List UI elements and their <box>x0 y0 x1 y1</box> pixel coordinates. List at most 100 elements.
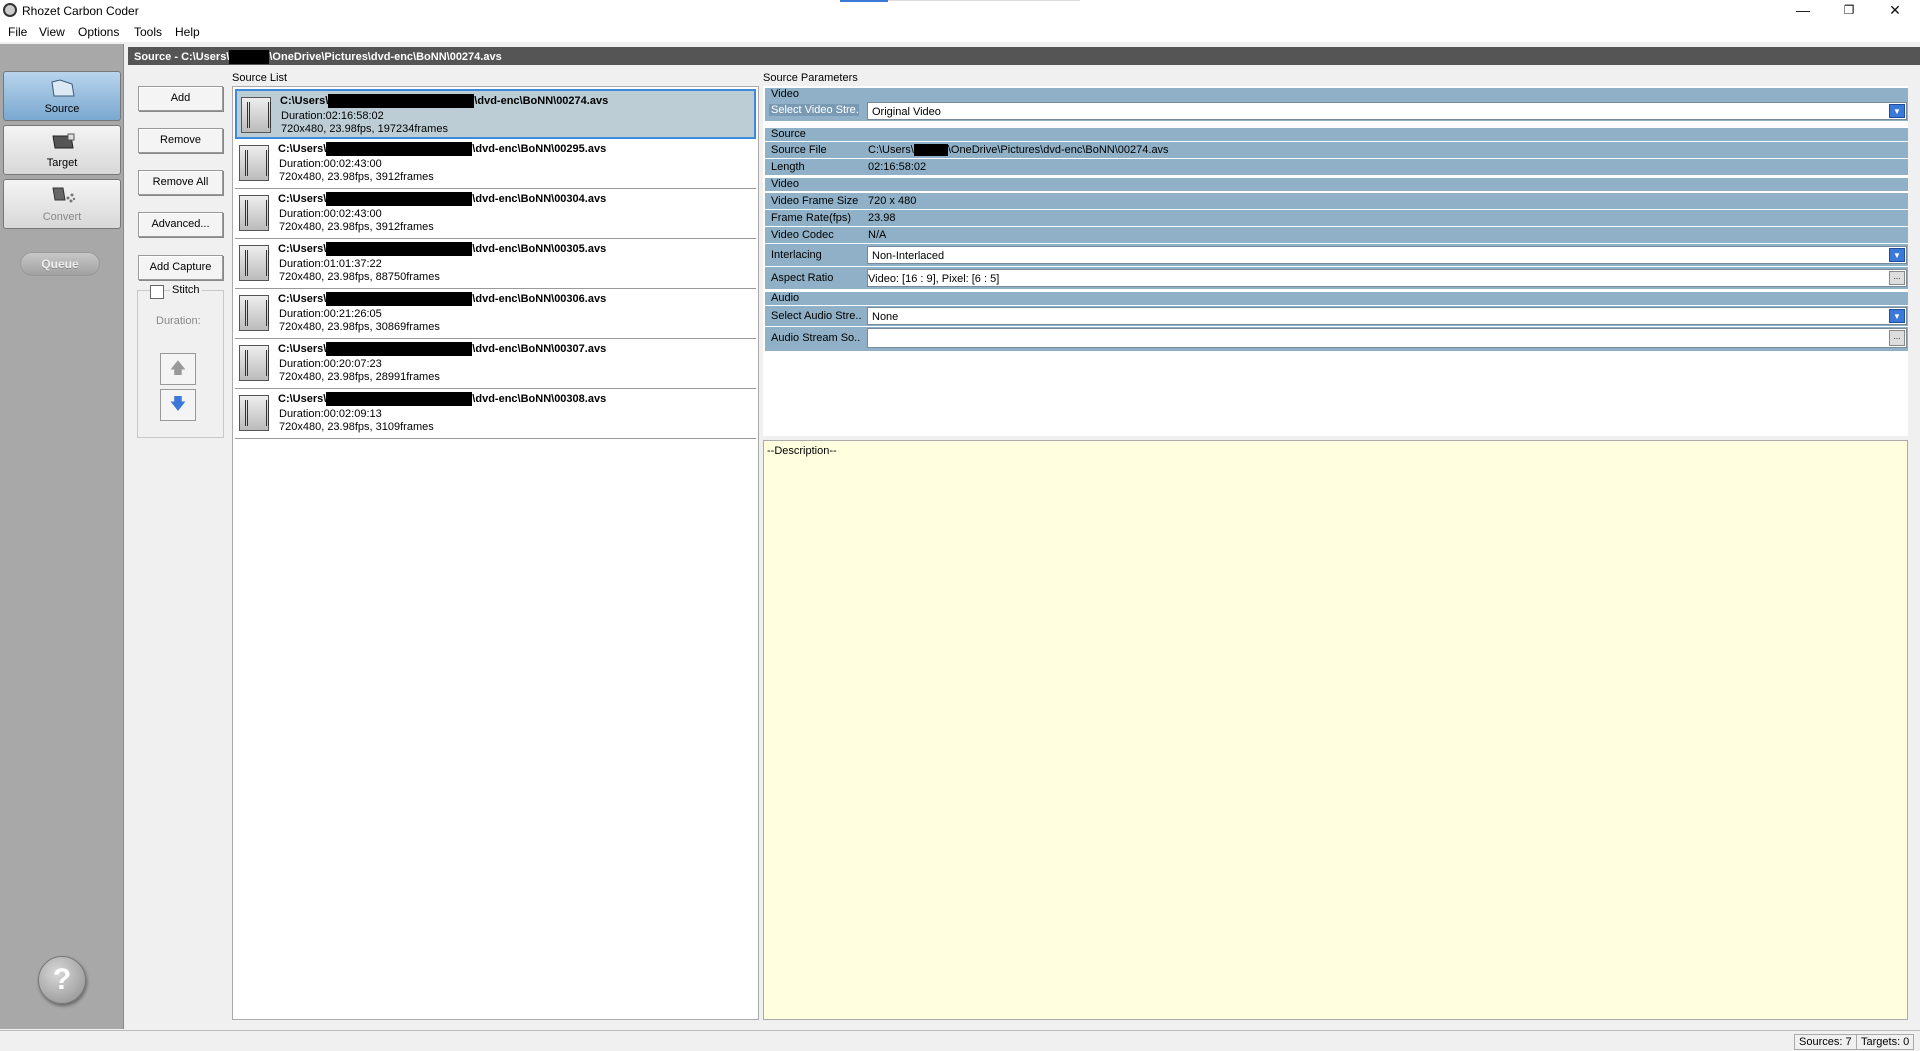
select-video-stream-dropdown[interactable]: Original Video ▼ <box>867 102 1907 120</box>
section-audio-header[interactable]: Audio <box>765 292 1908 305</box>
status-bar: Sources: 7 Targets: 0 <box>0 1030 1920 1051</box>
menu-options[interactable]: Options <box>78 25 119 39</box>
param-row-audio-stream-source: Audio Stream So... ... <box>765 327 1908 351</box>
ellipsis-button[interactable]: ... <box>1889 271 1905 285</box>
remove-all-button[interactable]: Remove All <box>138 170 223 195</box>
source-list-item[interactable]: C:\Users\ \dvd-enc\BoNN\00306.avs Duratio… <box>235 289 756 339</box>
menu-view[interactable]: View <box>39 25 65 39</box>
param-row-interlacing: Interlacing Non-Interlaced ▼ <box>765 244 1908 266</box>
menu-tools[interactable]: Tools <box>134 25 162 39</box>
param-value: N/A <box>868 229 887 241</box>
param-key: Audio Stream So... <box>771 332 861 344</box>
remove-button[interactable]: Remove <box>138 128 223 153</box>
source-item-duration: Duration:00:20:07:23 <box>279 358 382 370</box>
ellipsis-button[interactable]: ... <box>1889 330 1905 346</box>
minimize-button[interactable]: — <box>1780 0 1826 22</box>
film-icon <box>239 295 269 331</box>
source-list-item[interactable]: C:\Users\ \dvd-enc\BoNN\00305.avs Duratio… <box>235 239 756 289</box>
source-item-duration: Duration:02:16:58:02 <box>281 110 384 122</box>
description-text: --Description-- <box>767 445 837 457</box>
source-item-info: 720x480, 23.98fps, 3912frames <box>279 171 434 183</box>
menu-bar: File View Options Tools Help <box>0 22 1920 42</box>
chevron-down-icon[interactable]: ▼ <box>1889 248 1905 262</box>
film-icon <box>239 145 269 181</box>
add-button[interactable]: Add <box>138 86 223 111</box>
source-item-path: C:\Users\ \dvd-enc\BoNN\00295.avs <box>278 142 607 156</box>
source-item-path: C:\Users\ \dvd-enc\BoNN\00307.avs <box>278 342 607 356</box>
restore-button[interactable]: ❐ <box>1826 0 1872 22</box>
move-down-button[interactable]: 🡇 <box>160 389 196 421</box>
window-title: Rhozet Carbon Coder <box>22 4 139 18</box>
param-key: Select Audio Stre... <box>771 310 861 322</box>
source-item-path: C:\Users\ \dvd-enc\BoNN\00305.avs <box>278 242 607 256</box>
param-key: Interlacing <box>771 249 822 261</box>
queue-button[interactable]: Queue <box>20 252 100 276</box>
source-parameters-panel: Video Select Video Stre... Original Vide… <box>763 86 1908 436</box>
film-icon <box>239 345 269 381</box>
section-video-header[interactable]: Video <box>765 88 1908 101</box>
interlacing-dropdown[interactable]: Non-Interlaced ▼ <box>867 246 1907 264</box>
move-up-button[interactable]: 🡅 <box>160 353 196 385</box>
section-source-header[interactable]: Source <box>765 128 1908 141</box>
close-button[interactable]: ✕ <box>1872 0 1918 22</box>
nav-convert-label: Convert <box>42 211 82 223</box>
film-icon <box>239 395 269 431</box>
source-item-duration: Duration:00:02:43:00 <box>279 158 382 170</box>
source-item-info: 720x480, 23.98fps, 197234frames <box>281 123 448 135</box>
advanced-button[interactable]: Advanced... <box>138 212 223 237</box>
source-item-info: 720x480, 23.98fps, 88750frames <box>279 271 440 283</box>
select-audio-stream-dropdown[interactable]: None ▼ <box>867 307 1907 325</box>
source-item-path: C:\Users\ \dvd-enc\BoNN\00304.avs <box>278 192 607 206</box>
redacted-block <box>229 50 270 64</box>
source-item-path: C:\Users\ \dvd-enc\BoNN\00274.avs <box>280 94 609 108</box>
chevron-down-icon[interactable]: ▼ <box>1889 309 1905 323</box>
source-list-item[interactable]: C:\Users\ \dvd-enc\BoNN\00307.avs Duratio… <box>235 339 756 389</box>
param-row-source-file: Source File C:\Users\ \OneDrive\Pictures\… <box>765 142 1908 158</box>
source-item-duration: Duration:00:21:26:05 <box>279 308 382 320</box>
audio-stream-source-field[interactable]: ... <box>867 328 1907 348</box>
nav-target-button[interactable]: Target <box>3 125 121 175</box>
param-key: Frame Rate(fps) <box>771 212 852 224</box>
status-sources: Sources: 7 <box>1794 1034 1857 1050</box>
stitch-label: Stitch <box>170 284 202 296</box>
chevron-down-icon[interactable]: ▼ <box>1889 104 1905 118</box>
menu-file[interactable]: File <box>8 25 27 39</box>
target-icon <box>52 133 75 149</box>
source-list-item[interactable]: C:\Users\ \dvd-enc\BoNN\00295.avs Duratio… <box>235 139 756 189</box>
param-row-select-audio-stream: Select Audio Stre... None ▼ <box>765 306 1908 326</box>
param-row-frame-rate: Frame Rate(fps) 23.98 <box>765 210 1908 226</box>
status-targets: Targets: 0 <box>1856 1034 1915 1050</box>
source-list-item[interactable]: C:\Users\ \dvd-enc\BoNN\00304.avs Duratio… <box>235 189 756 239</box>
source-list-item[interactable]: C:\Users\ \dvd-enc\BoNN\00308.avs Duratio… <box>235 389 756 439</box>
aspect-ratio-field[interactable]: Video: [16 : 9], Pixel: [6 : 5] ... <box>867 269 1907 287</box>
source-item-info: 720x480, 23.98fps, 28991frames <box>279 371 440 383</box>
add-capture-button[interactable]: Add Capture <box>138 255 223 280</box>
help-icon[interactable]: ? <box>38 956 86 1004</box>
source-item-duration: Duration:01:01:37:22 <box>279 258 382 270</box>
section-video-details-header[interactable]: Video <box>765 178 1908 191</box>
param-key: Source File <box>771 144 827 156</box>
source-list[interactable]: C:\Users\ \dvd-enc\BoNN\00274.avs Duratio… <box>232 86 759 1020</box>
param-row-length: Length 02:16:58:02 <box>765 159 1908 175</box>
menu-help[interactable]: Help <box>175 25 200 39</box>
param-row-select-video-stream: Select Video Stre... Original Video ▼ <box>765 101 1908 121</box>
param-row-aspect-ratio: Aspect Ratio Video: [16 : 9], Pixel: [6 … <box>765 267 1908 289</box>
source-item-duration: Duration:00:02:09:13 <box>279 408 382 420</box>
title-bar-divider <box>888 0 1080 1</box>
source-path-header: Source - C:\Users\ \OneDrive\Pictures\dvd… <box>128 47 1920 65</box>
nav-convert-button[interactable]: Convert <box>3 179 121 229</box>
source-list-item[interactable]: C:\Users\ \dvd-enc\BoNN\00274.avs Duratio… <box>235 89 756 139</box>
nav-source-label: Source <box>44 103 80 115</box>
source-item-duration: Duration:00:02:43:00 <box>279 208 382 220</box>
source-parameters-label: Source Parameters <box>763 72 858 84</box>
source-item-info: 720x480, 23.98fps, 3912frames <box>279 221 434 233</box>
source-item-path: C:\Users\ \dvd-enc\BoNN\00308.avs <box>278 392 607 406</box>
source-item-info: 720x480, 23.98fps, 3109frames <box>279 421 434 433</box>
nav-source-button[interactable]: Source <box>3 71 121 121</box>
duration-label: Duration: <box>156 315 201 327</box>
film-icon <box>241 97 271 133</box>
param-value: 720 x 480 <box>868 195 917 207</box>
stitch-checkbox[interactable] <box>150 285 164 299</box>
film-icon <box>239 245 269 281</box>
header-path-suffix: \OneDrive\Pictures\dvd-enc\BoNN\00274.av… <box>269 50 502 63</box>
